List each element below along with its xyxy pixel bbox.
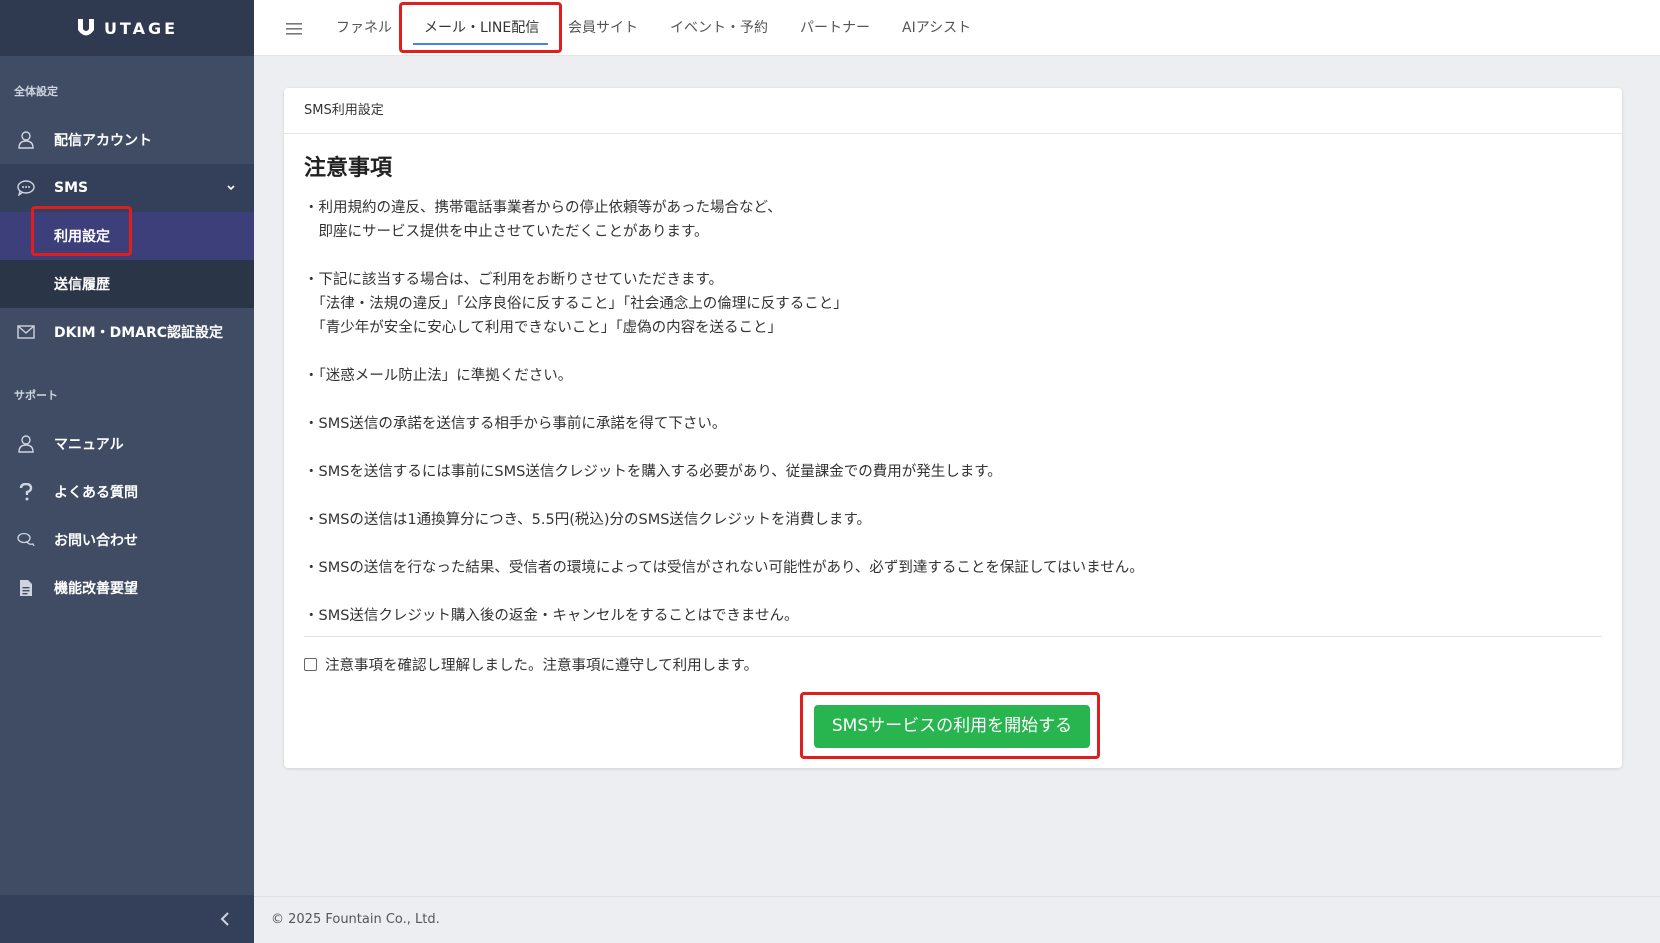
notice-item: ・利用規約の違反、携帯電話事業者からの停止依頼等があった場合など、 即座にサービ… [304, 200, 782, 240]
card-header: SMS利用設定 [284, 88, 1622, 134]
notice-item: ・「迷惑メール防止法」に準拠ください。 [304, 368, 573, 384]
user-icon [16, 434, 36, 454]
highlight-box-tab [399, 2, 562, 53]
sidebar-item-delivery-account[interactable]: 配信アカウント [0, 116, 254, 164]
tab-ai-assist[interactable]: AIアシスト [902, 0, 971, 56]
tab-funnel[interactable]: ファネル [336, 0, 392, 56]
footer: © 2025 Fountain Co., Ltd. [254, 896, 1660, 943]
sidebar-item-label: 機能改善要望 [54, 581, 138, 597]
sidebar-item-dkim-dmarc[interactable]: DKIM・DMARC認証設定 [0, 308, 254, 356]
notice-item: ・下記に該当する場合は、ご利用をお断りさせていただきます。 「法律・法規の違反」… [304, 272, 848, 336]
document-icon [16, 578, 36, 598]
sidebar-subitem-label: 送信履歴 [54, 277, 110, 293]
start-sms-service-button[interactable]: SMSサービスの利用を開始する [814, 705, 1090, 748]
chat-bubbles-icon [16, 530, 36, 550]
notice-item: ・SMS送信の承諾を送信する相手から事前に承諾を得て下さい。 [304, 416, 727, 432]
sidebar-item-label: お問い合わせ [54, 533, 138, 549]
section-support-label: サポート [14, 389, 58, 402]
agree-label: 注意事項を確認し理解しました。注意事項に遵守して利用します。 [325, 657, 759, 674]
highlight-box-sidebar [31, 206, 132, 256]
sidebar-item-contact[interactable]: お問い合わせ [0, 516, 254, 564]
sidebar-footer [0, 895, 254, 943]
sidebar-item-feature-request[interactable]: 機能改善要望 [0, 564, 254, 612]
user-icon [16, 130, 36, 150]
sidebar-item-label: DKIM・DMARC認証設定 [54, 325, 224, 341]
notice-item: ・SMSの送信を行なった結果、受信者の環境によっては受信がされない可能性があり、… [304, 560, 1144, 576]
sidebar-item-sms[interactable]: SMS [0, 164, 254, 212]
utage-logo-icon [77, 19, 94, 36]
notice-item: ・SMS送信クレジット購入後の返金・キャンセルをすることはできません。 [304, 608, 799, 624]
logo[interactable]: UTAGE [0, 0, 254, 56]
brand-name: UTAGE [103, 18, 179, 38]
notice-item: ・SMSの送信は1通換算分につき、5.5円(税込)分のSMS送信クレジットを消費… [304, 512, 871, 528]
copyright: © 2025 Fountain Co., Ltd. [271, 912, 440, 927]
agree-checkbox[interactable] [304, 657, 317, 671]
tab-event-reservation[interactable]: イベント・予約 [670, 0, 768, 56]
tab-partner[interactable]: パートナー [800, 0, 870, 56]
sidebar: UTAGE 全体設定 配信アカウント SMS 利用設定 送信履歴 DKIM・DM… [0, 0, 254, 943]
sidebar-subitem-send-history[interactable]: 送信履歴 [0, 260, 254, 308]
chat-icon [16, 178, 36, 198]
chevron-down-icon [227, 185, 235, 191]
divider [304, 636, 1602, 637]
agree-row: 注意事項を確認し理解しました。注意事項に遵守して利用します。 [304, 653, 1602, 675]
chevron-left-icon[interactable] [216, 909, 236, 929]
tab-member-site[interactable]: 会員サイト [568, 0, 638, 56]
sidebar-item-label: よくある質問 [54, 485, 138, 501]
sidebar-item-label: マニュアル [54, 437, 124, 453]
question-icon [16, 482, 36, 502]
sidebar-item-faq[interactable]: よくある質問 [0, 468, 254, 516]
hamburger-menu-icon[interactable] [286, 22, 302, 36]
notice-title: 注意事項 [304, 156, 393, 181]
notice-item: ・SMSを送信するには事前にSMS送信クレジットを購入する必要があり、従量課金で… [304, 464, 1002, 480]
mail-icon [16, 322, 36, 342]
sidebar-item-manual[interactable]: マニュアル [0, 420, 254, 468]
sidebar-item-label: SMS [54, 180, 89, 196]
section-general-label: 全体設定 [14, 85, 58, 98]
card-body: 注意事項 ・利用規約の違反、携帯電話事業者からの停止依頼等があった場合など、 即… [284, 134, 1622, 675]
sms-settings-card: SMS利用設定 注意事項 ・利用規約の違反、携帯電話事業者からの停止依頼等があっ… [284, 88, 1622, 768]
sidebar-item-label: 配信アカウント [54, 133, 152, 149]
